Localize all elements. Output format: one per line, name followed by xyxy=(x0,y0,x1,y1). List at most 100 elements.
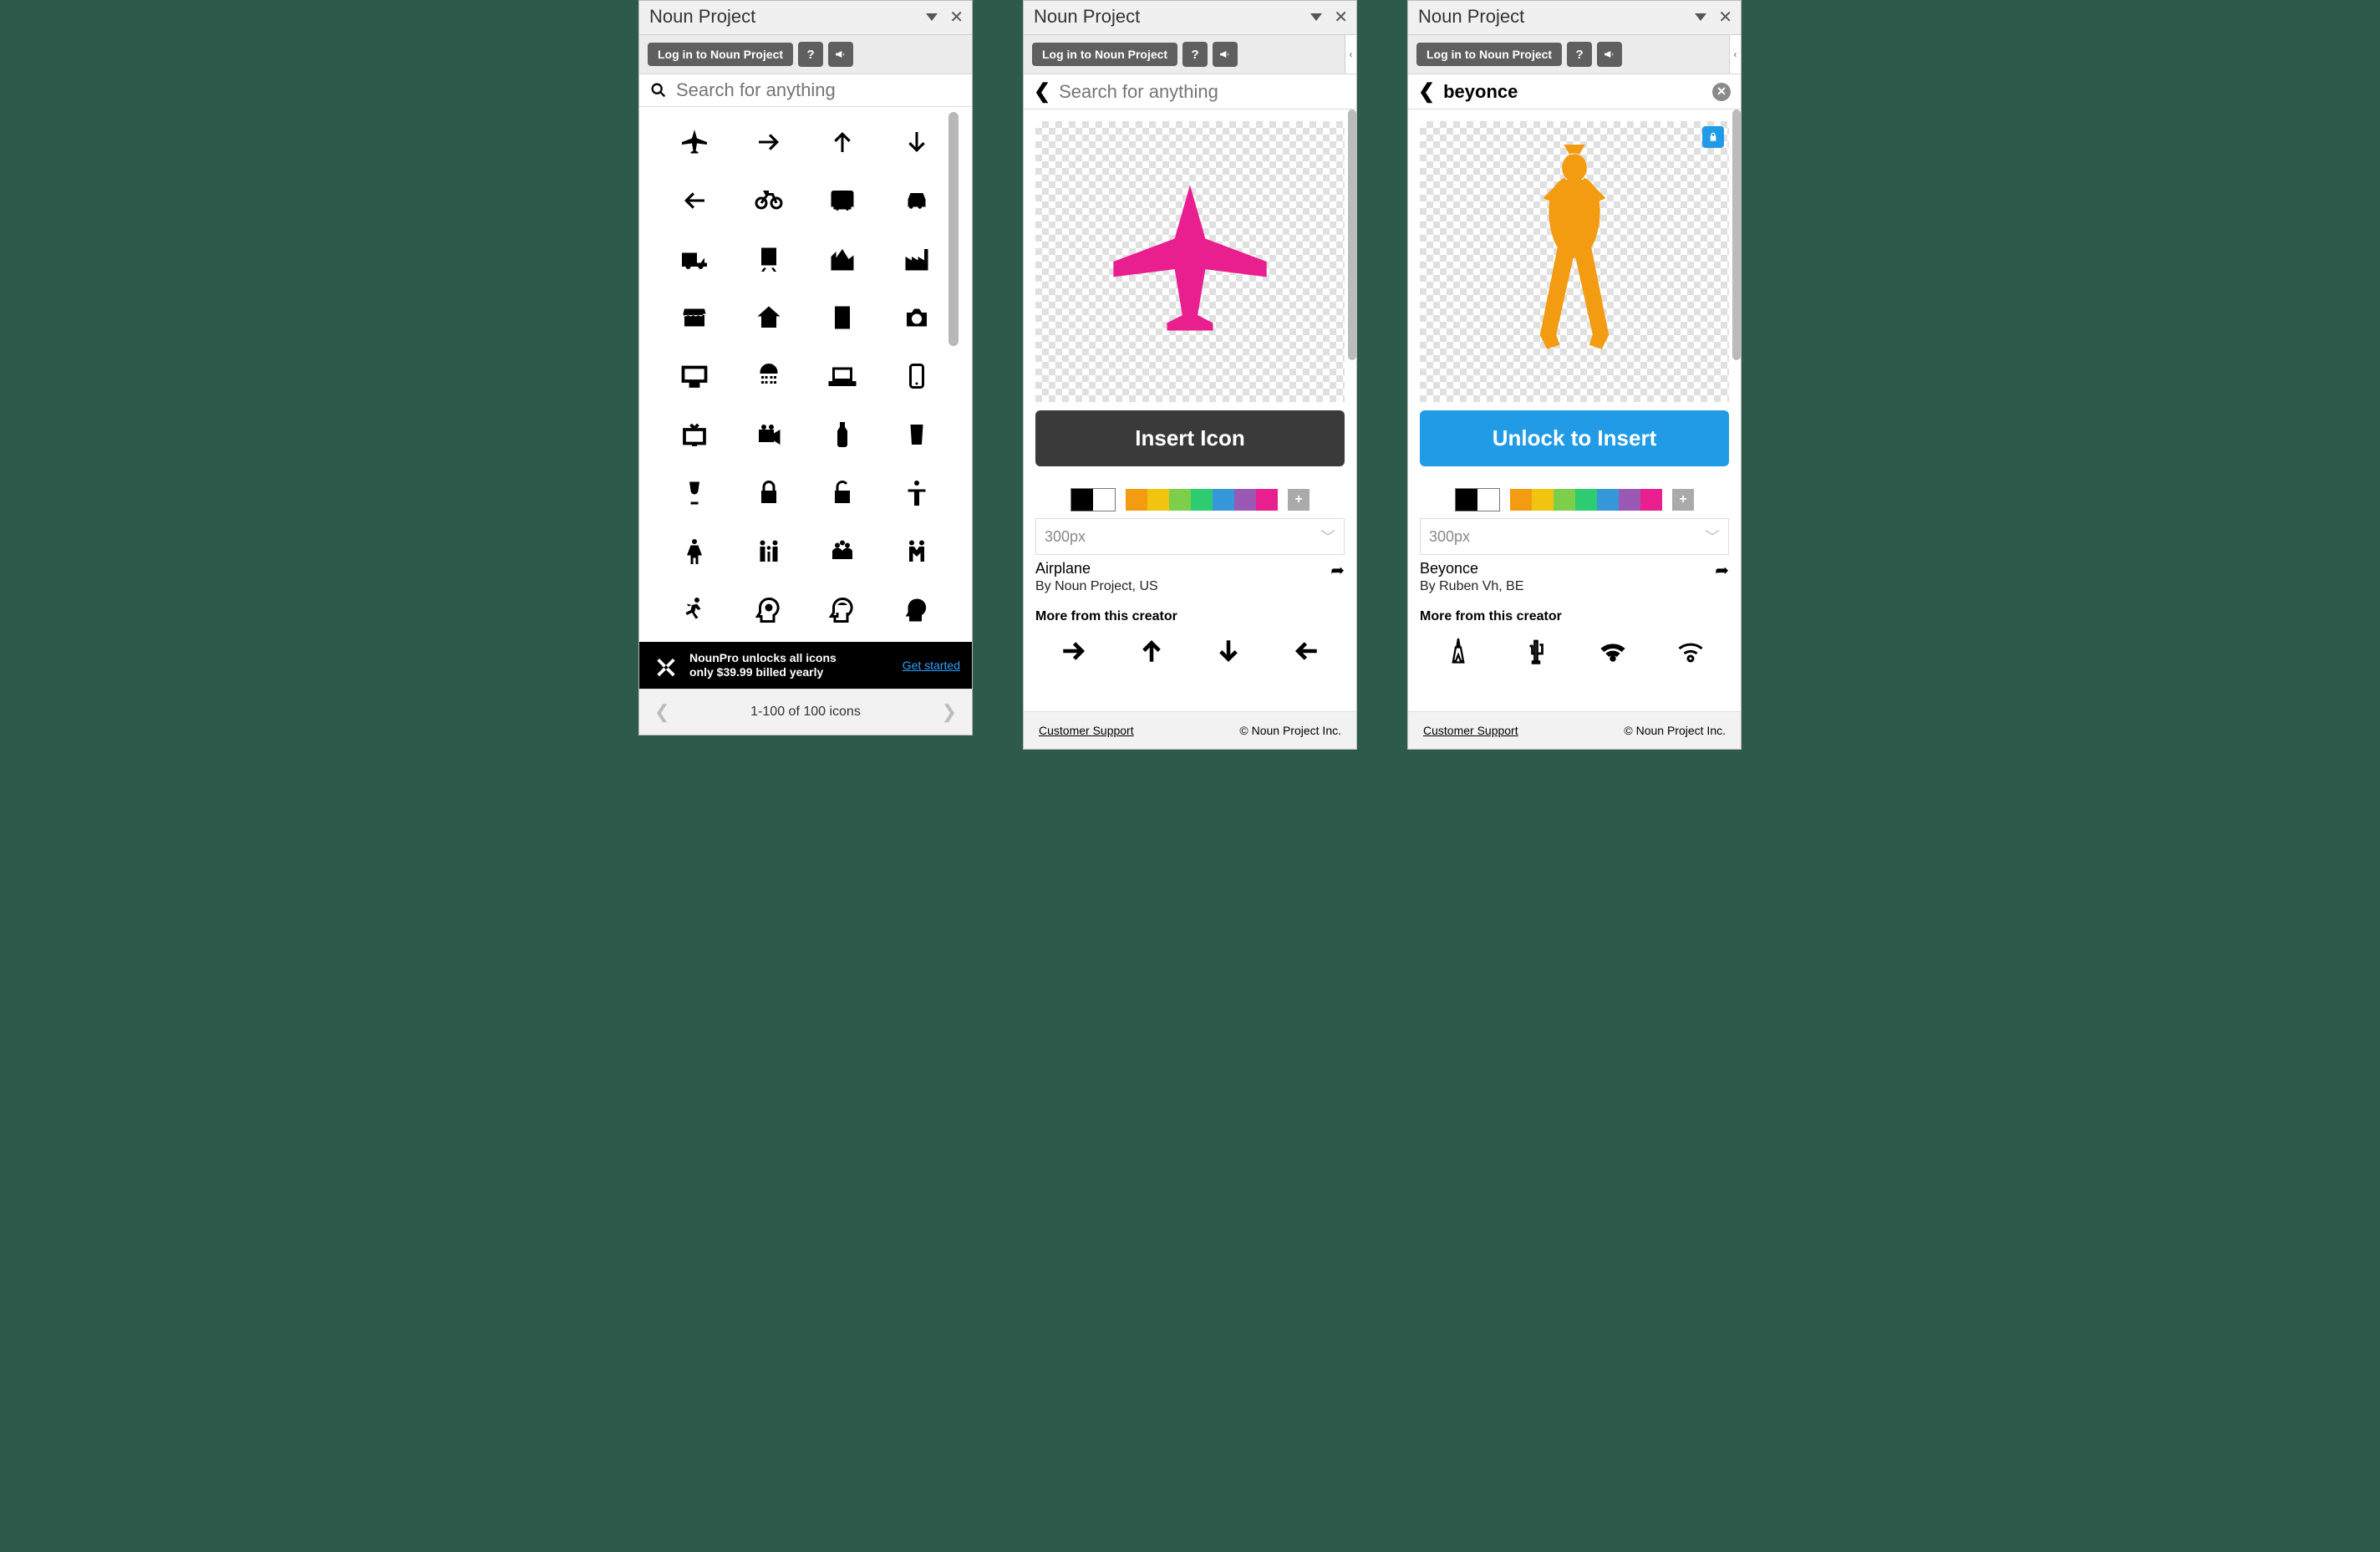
help-button[interactable]: ? xyxy=(1567,42,1592,67)
panel-grid: Noun Project ✕ Log in to Noun Project ? … xyxy=(638,0,973,735)
grid-icon-bicycle[interactable] xyxy=(744,182,795,219)
promo-get-started-link[interactable]: Get started xyxy=(903,659,960,672)
close-icon[interactable]: ✕ xyxy=(1334,7,1348,28)
scrollbar[interactable] xyxy=(1732,109,1741,360)
color-swatch[interactable] xyxy=(1126,489,1147,511)
grid-icon-arrow-left[interactable] xyxy=(669,182,720,219)
close-icon[interactable]: ✕ xyxy=(1718,7,1732,28)
grid-icon-bottle[interactable] xyxy=(817,416,868,453)
grid-icon-headphones[interactable] xyxy=(817,592,868,628)
more-icon-wifi-solid[interactable] xyxy=(1596,634,1630,668)
scrollbar[interactable] xyxy=(1348,109,1356,360)
grid-icon-laptop[interactable] xyxy=(817,358,868,394)
unlock-to-insert-button[interactable]: Unlock to Insert xyxy=(1420,410,1729,466)
search-icon xyxy=(649,81,668,99)
grid-icon-office[interactable] xyxy=(817,299,868,336)
more-icon-arrow-right[interactable] xyxy=(1057,634,1091,668)
announce-button[interactable] xyxy=(828,42,853,67)
announce-button[interactable] xyxy=(1597,42,1622,67)
grid-icon-person-stand[interactable] xyxy=(892,475,943,511)
color-swatch[interactable] xyxy=(1575,489,1597,511)
minimize-chevron-icon[interactable] xyxy=(926,13,938,21)
color-swatch[interactable] xyxy=(1213,489,1234,511)
customer-support-link[interactable]: Customer Support xyxy=(1423,724,1518,737)
grid-icon-group[interactable] xyxy=(817,533,868,570)
close-icon[interactable]: ✕ xyxy=(949,7,964,28)
grid-icon-running[interactable] xyxy=(669,592,720,628)
grid-icon-factory[interactable] xyxy=(892,241,943,277)
search-input[interactable] xyxy=(1059,81,1346,103)
color-swatch[interactable] xyxy=(1640,489,1662,511)
grid-icon-lock-closed[interactable] xyxy=(744,475,795,511)
grid-icon-head[interactable] xyxy=(892,592,943,628)
color-swatch[interactable] xyxy=(1619,489,1640,511)
insert-icon-button[interactable]: Insert Icon xyxy=(1035,410,1345,466)
more-icon-wifi-outline[interactable] xyxy=(1674,634,1707,668)
pager-next-icon[interactable]: ❯ xyxy=(942,701,957,723)
grid-icon-phone[interactable] xyxy=(892,358,943,394)
bw-swatch[interactable] xyxy=(1070,488,1116,511)
color-swatch[interactable] xyxy=(1191,489,1213,511)
grid-icon-shower[interactable] xyxy=(744,358,795,394)
grid-icon-woman[interactable] xyxy=(669,533,720,570)
login-button[interactable]: Log in to Noun Project xyxy=(1032,43,1177,66)
minimize-chevron-icon[interactable] xyxy=(1310,13,1322,21)
help-button[interactable]: ? xyxy=(798,42,823,67)
grid-icon-handshake[interactable] xyxy=(892,533,943,570)
share-icon[interactable]: ➦ xyxy=(1715,560,1729,581)
more-icon-eiffel[interactable] xyxy=(1442,634,1475,668)
customer-support-link[interactable]: Customer Support xyxy=(1039,724,1134,737)
more-icon-cactus[interactable] xyxy=(1519,634,1553,668)
more-icon-arrow-left[interactable] xyxy=(1289,634,1323,668)
grid-icon-arrow-right[interactable] xyxy=(744,124,795,160)
grid-icon-glass[interactable] xyxy=(892,416,943,453)
grid-icon-family[interactable] xyxy=(744,533,795,570)
grid-icon-house[interactable] xyxy=(744,299,795,336)
share-icon[interactable]: ➦ xyxy=(1330,560,1345,581)
pager-prev-icon[interactable]: ❮ xyxy=(654,701,669,723)
color-swatch[interactable] xyxy=(1532,489,1554,511)
grid-icon-bus[interactable] xyxy=(817,182,868,219)
login-button[interactable]: Log in to Noun Project xyxy=(1416,43,1562,66)
add-color-button[interactable]: + xyxy=(1288,489,1310,511)
grid-icon-monitor[interactable] xyxy=(669,358,720,394)
search-input[interactable] xyxy=(676,79,962,101)
size-select[interactable]: 300px ﹀ xyxy=(1420,518,1729,555)
login-button[interactable]: Log in to Noun Project xyxy=(648,43,793,66)
grid-icon-head-think[interactable] xyxy=(744,592,795,628)
color-swatch[interactable] xyxy=(1169,489,1191,511)
clear-search-icon[interactable]: ✕ xyxy=(1712,83,1731,101)
grid-icon-train[interactable] xyxy=(744,241,795,277)
back-chevron-icon[interactable]: ❮ xyxy=(1418,79,1435,104)
grid-icon-video-camera[interactable] xyxy=(744,416,795,453)
more-icon-arrow-down[interactable] xyxy=(1212,634,1245,668)
minimize-chevron-icon[interactable] xyxy=(1695,13,1706,21)
announce-button[interactable] xyxy=(1213,42,1238,67)
grid-icon-store[interactable] xyxy=(669,299,720,336)
collapse-tab[interactable]: ‹ xyxy=(1345,35,1356,74)
grid-icon-lock-open[interactable] xyxy=(817,475,868,511)
color-swatch[interactable] xyxy=(1597,489,1619,511)
color-swatch[interactable] xyxy=(1510,489,1532,511)
grid-icon-tv[interactable] xyxy=(669,416,720,453)
back-chevron-icon[interactable]: ❮ xyxy=(1034,79,1050,104)
grid-icon-arrow-up[interactable] xyxy=(817,124,868,160)
color-swatch[interactable] xyxy=(1554,489,1575,511)
grid-icon-airplane[interactable] xyxy=(669,124,720,160)
grid-icon-truck[interactable] xyxy=(669,241,720,277)
grid-icon-camera[interactable] xyxy=(892,299,943,336)
grid-icon-car[interactable] xyxy=(892,182,943,219)
color-swatch[interactable] xyxy=(1147,489,1169,511)
bw-swatch[interactable] xyxy=(1455,488,1500,511)
more-icon-arrow-up[interactable] xyxy=(1135,634,1168,668)
grid-icon-arrow-down[interactable] xyxy=(892,124,943,160)
color-swatch[interactable] xyxy=(1256,489,1278,511)
grid-icon-wine[interactable] xyxy=(669,475,720,511)
collapse-tab[interactable]: ‹ xyxy=(1729,35,1741,74)
help-button[interactable]: ? xyxy=(1182,42,1208,67)
add-color-button[interactable]: + xyxy=(1672,489,1694,511)
grid-icon-city[interactable] xyxy=(817,241,868,277)
scrollbar[interactable] xyxy=(948,112,959,346)
color-swatch[interactable] xyxy=(1234,489,1256,511)
size-select[interactable]: 300px ﹀ xyxy=(1035,518,1345,555)
